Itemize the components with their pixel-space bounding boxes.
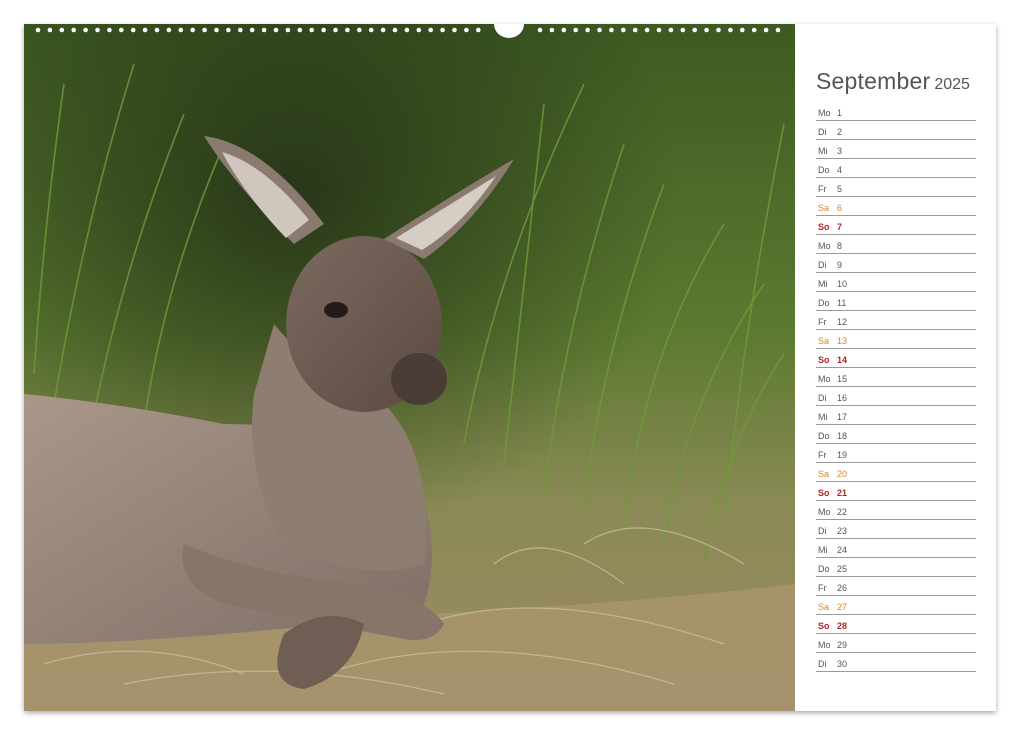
kangaroo-photo [24,24,795,711]
day-number: 17 [837,412,848,422]
weekday-label: Mo [818,640,831,650]
year-label: 2025 [934,76,970,93]
day-number: 23 [837,526,848,536]
day-number: 7 [837,222,843,232]
day-number: 30 [837,659,848,669]
weekday-label: So [818,621,830,631]
day-number: 15 [837,374,848,384]
day-row: Mi 3 [816,140,976,159]
day-row: Do 25 [816,558,976,577]
day-number: 16 [837,393,848,403]
day-row: Mi 17 [816,406,976,425]
weekday-label: Do [818,564,830,574]
day-number: 20 [837,469,848,479]
day-row: Mi 24 [816,539,976,558]
day-row: Fr 12 [816,311,976,330]
day-number: 4 [837,165,843,175]
day-row: Sa 13 [816,330,976,349]
day-row: Sa 20 [816,463,976,482]
photo-illustration [24,24,795,711]
weekday-label: Mi [818,146,828,156]
weekday-label: Mi [818,545,828,555]
day-row: Di 16 [816,387,976,406]
weekday-label: So [818,222,830,232]
day-number: 28 [837,621,848,631]
day-number: 12 [837,317,848,327]
day-row: So 14 [816,349,976,368]
day-row: So 21 [816,482,976,501]
day-row: Do 11 [816,292,976,311]
weekday-label: Di [818,526,827,536]
weekday-label: So [818,488,830,498]
day-row: Mo 29 [816,634,976,653]
day-row: Sa 27 [816,596,976,615]
day-number: 8 [837,241,843,251]
weekday-label: Mo [818,241,831,251]
day-number: 14 [837,355,848,365]
day-number: 13 [837,336,848,346]
weekday-label: Di [818,260,827,270]
day-row: Fr 5 [816,178,976,197]
calendar-page: September 2025 Mo 1 Di 2 Mi 3 Do 4 Fr 5 Sa 6 So 7 Mo 8 Di… [24,24,996,711]
day-number: 2 [837,127,843,137]
day-number: 27 [837,602,848,612]
day-number: 21 [837,488,848,498]
day-row: So 28 [816,615,976,634]
day-number: 10 [837,279,848,289]
weekday-label: Di [818,127,827,137]
day-row: Mo 1 [816,102,976,121]
weekday-label: Fr [818,450,827,460]
day-number: 29 [837,640,848,650]
weekday-label: Mo [818,507,831,517]
weekday-label: Sa [818,203,830,213]
day-number: 19 [837,450,848,460]
day-row: Di 9 [816,254,976,273]
day-number: 3 [837,146,843,156]
day-row: Di 30 [816,653,976,672]
weekday-label: Do [818,165,830,175]
day-row: Mo 22 [816,501,976,520]
weekday-label: Fr [818,583,827,593]
weekday-label: Mo [818,374,831,384]
day-row: Di 23 [816,520,976,539]
day-row: Do 4 [816,159,976,178]
weekday-label: Fr [818,317,827,327]
day-number: 26 [837,583,848,593]
day-row: Di 2 [816,121,976,140]
weekday-label: So [818,355,830,365]
weekday-label: Fr [818,184,827,194]
day-row: Mo 8 [816,235,976,254]
day-row: So 7 [816,216,976,235]
day-number: 25 [837,564,848,574]
day-row: Mo 15 [816,368,976,387]
calendar-panel: September 2025 Mo 1 Di 2 Mi 3 Do 4 Fr 5 Sa 6 So 7 Mo 8 Di… [795,24,996,711]
day-number: 24 [837,545,848,555]
weekday-label: Mi [818,412,828,422]
weekday-label: Sa [818,602,830,612]
day-number: 6 [837,203,843,213]
day-row: Sa 6 [816,197,976,216]
day-number: 22 [837,507,848,517]
weekday-label: Mo [818,108,831,118]
weekday-label: Mi [818,279,828,289]
day-number: 9 [837,260,843,270]
day-row: Fr 26 [816,577,976,596]
day-number: 5 [837,184,843,194]
day-row: Fr 19 [816,444,976,463]
day-number: 11 [837,298,847,308]
weekday-label: Do [818,431,830,441]
day-list: Mo 1 Di 2 Mi 3 Do 4 Fr 5 Sa 6 So 7 Mo 8 Di 9 Mi 10 Do 11 Fr 12 S… [816,102,976,672]
weekday-label: Di [818,393,827,403]
weekday-label: Do [818,298,830,308]
day-row: Do 18 [816,425,976,444]
weekday-label: Sa [818,336,830,346]
day-row: Mi 10 [816,273,976,292]
weekday-label: Sa [818,469,830,479]
day-number: 1 [837,108,843,118]
month-title: September 2025 [816,68,970,95]
day-number: 18 [837,431,848,441]
weekday-label: Di [818,659,827,669]
month-name: September [816,68,931,94]
